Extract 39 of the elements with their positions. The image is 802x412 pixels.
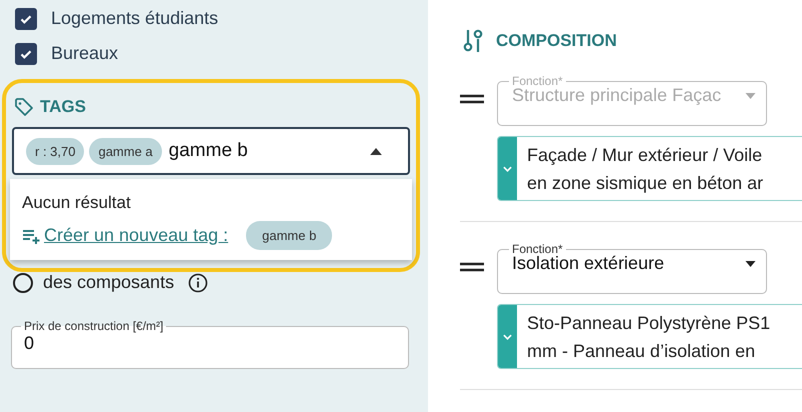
- create-tag-link[interactable]: Créer un nouveau tag :: [44, 225, 228, 246]
- info-icon[interactable]: [188, 272, 208, 292]
- caret-icon: [745, 260, 756, 266]
- caret-icon[interactable]: [370, 148, 382, 154]
- function-select[interactable]: Fonction* Isolation extérieure: [497, 242, 767, 294]
- drag-handle-icon[interactable]: [460, 262, 484, 272]
- no-result-text: Aucun résultat: [22, 193, 132, 213]
- radio-button[interactable]: [13, 272, 33, 292]
- caret-icon: [745, 92, 756, 98]
- product-text: Sto-Panneau Polystyrène PS1: [527, 312, 770, 335]
- tags-select-field[interactable]: r : 3,70 gamme a gamme b: [12, 127, 410, 175]
- section-title: COMPOSITION: [496, 31, 617, 51]
- expand-toggle[interactable]: [498, 137, 517, 200]
- tag-chip[interactable]: r : 3,70: [26, 138, 84, 164]
- checkbox-label: Bureaux: [51, 43, 118, 64]
- section-title: TAGS: [40, 97, 86, 117]
- field-label: Prix de construction [€/m²]: [23, 319, 164, 333]
- sliders-icon: [462, 28, 484, 54]
- checkbox-label: Logements étudiants: [51, 8, 218, 29]
- product-card[interactable]: Sto-Panneau Polystyrène PS1 mm - Panneau d’isolation en: [497, 304, 802, 369]
- checkbox[interactable]: [15, 42, 37, 64]
- field-label: Fonction*: [511, 74, 564, 88]
- checkbox[interactable]: [15, 8, 37, 30]
- field-label: Fonction*: [511, 242, 564, 256]
- product-card[interactable]: Façade / Mur extérieur / Voile en zone sismique en béton ar: [497, 136, 802, 201]
- typed-text: gamme b: [168, 140, 248, 162]
- product-text: mm - Panneau d’isolation en: [527, 340, 756, 363]
- chevron-icon: [503, 334, 512, 340]
- tag-icon: [14, 97, 34, 117]
- chevron-icon: [503, 166, 512, 172]
- price-field[interactable]: Prix de construction [€/m²] 0: [11, 319, 409, 369]
- tag-chip: gamme b: [246, 221, 332, 250]
- tag-chip[interactable]: gamme a: [89, 138, 162, 164]
- expand-toggle[interactable]: [498, 305, 517, 368]
- drag-handle-icon[interactable]: [460, 94, 484, 104]
- playlist-add-icon: [22, 228, 42, 244]
- radio-label: des composants: [43, 272, 174, 293]
- product-text: Façade / Mur extérieur / Voile: [527, 144, 764, 167]
- product-text: en zone sismique en béton ar: [527, 172, 764, 195]
